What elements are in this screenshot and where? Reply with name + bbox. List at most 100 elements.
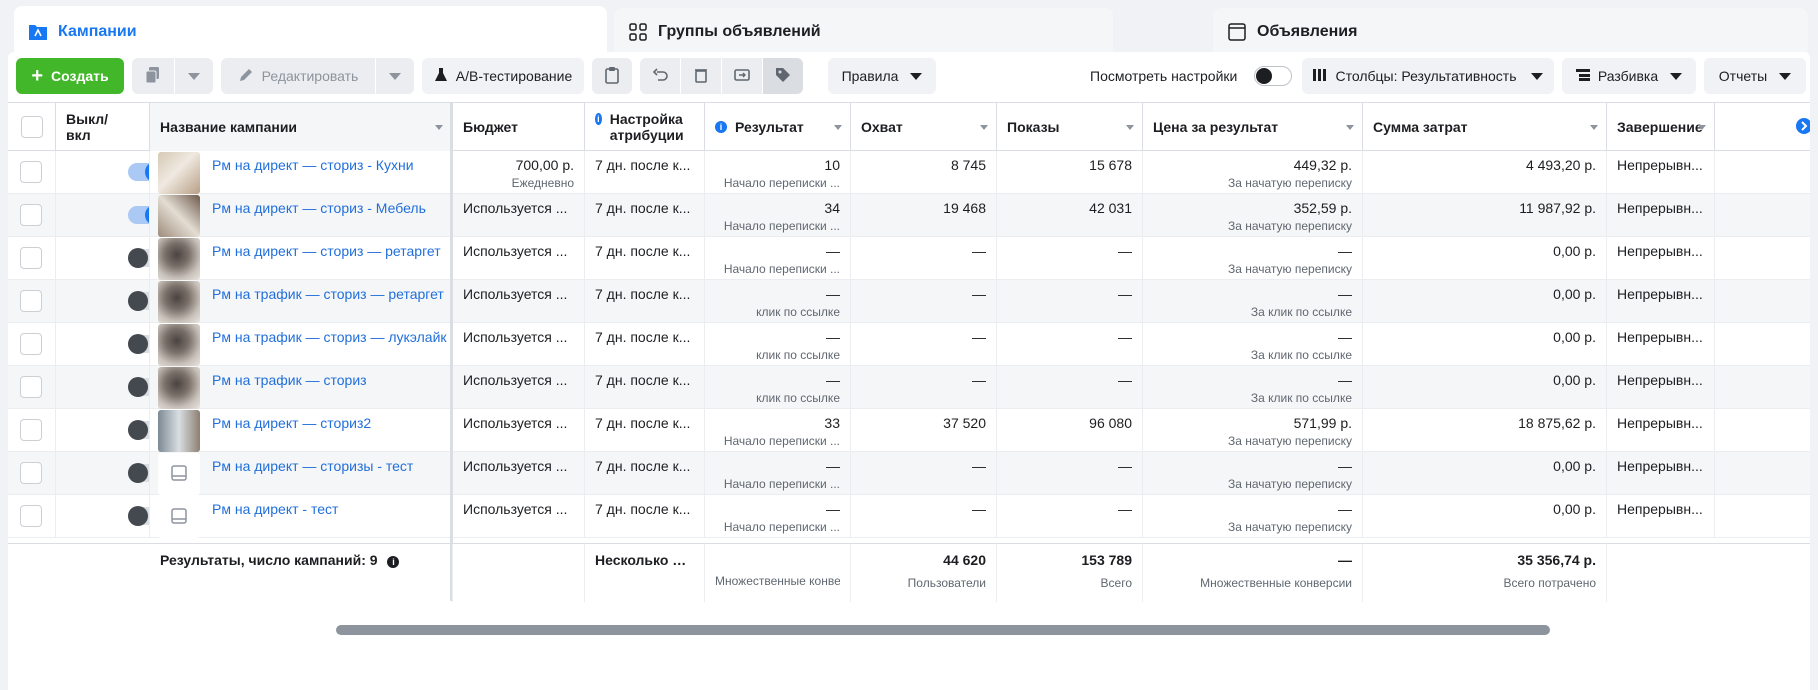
campaign-toggle[interactable]	[128, 162, 149, 182]
row-checkbox[interactable]	[20, 333, 42, 355]
tag-button[interactable]	[763, 58, 803, 94]
cell-cpr-value: —	[1338, 243, 1352, 259]
cell-result-sub: клик по ссылке	[756, 391, 840, 405]
duplicate-dropdown[interactable]	[175, 58, 213, 94]
breakdown-button[interactable]: Разбивка	[1562, 58, 1696, 94]
cell-end-value: Непрерывн...	[1617, 372, 1703, 388]
row-select	[8, 194, 56, 237]
col-budget[interactable]: Бюджет	[453, 103, 585, 151]
delete-button[interactable]	[681, 58, 721, 94]
view-settings-toggle[interactable]	[1254, 66, 1292, 86]
duplicate-button[interactable]	[132, 58, 174, 94]
table-row[interactable]: Рм на директ - тест Используется ... 7 дн.…	[8, 495, 1810, 538]
trash-icon	[694, 67, 708, 86]
table-row[interactable]: Рм на директ — сториз - Мебель Использует…	[8, 194, 1810, 237]
row-checkbox[interactable]	[20, 462, 42, 484]
cell-spent-value: 0,00 р.	[1553, 372, 1596, 388]
campaign-name-link[interactable]: Рм на директ - тест	[212, 501, 338, 517]
cell-result-sub: Начало переписки ...	[723, 219, 840, 233]
col-end[interactable]: Завершение	[1607, 103, 1715, 151]
col-cost-per-result[interactable]: Цена за результат	[1143, 103, 1363, 151]
cell-result-sub: Начало переписки ...	[723, 434, 840, 448]
ab-test-button[interactable]: A/B-тестирование	[422, 58, 584, 94]
campaign-toggle[interactable]	[128, 506, 149, 526]
cell-result: — клик по ссылке	[705, 366, 851, 409]
row-checkbox[interactable]	[20, 419, 42, 441]
scroll-right-icon[interactable]	[1792, 115, 1810, 137]
table-row[interactable]: Рм на трафик — сториз — ретаргет Использу…	[8, 280, 1810, 323]
cell-end: Непрерывн...	[1607, 151, 1715, 194]
rules-button[interactable]: Правила	[828, 58, 936, 94]
cell-attr: 7 дн. после к...	[585, 323, 705, 366]
col-impressions[interactable]: Показы	[997, 103, 1143, 151]
cell-spent: 4 493,20 р.	[1363, 151, 1607, 194]
create-button[interactable]: + Создать	[16, 58, 124, 94]
table-row[interactable]: Рм на трафик — сториз Используется ... 7 д…	[8, 366, 1810, 409]
tab-label: Объявления	[1257, 23, 1358, 40]
cell-impr-value: —	[1118, 286, 1132, 302]
cell-result-sub: клик по ссылке	[756, 305, 840, 319]
row-checkbox[interactable]	[20, 376, 42, 398]
tab-ads[interactable]: Объявления	[1213, 8, 1808, 56]
campaign-name-link[interactable]: Рм на трафик — сториз	[212, 372, 367, 388]
export-button[interactable]	[722, 58, 762, 94]
export-icon	[734, 67, 750, 86]
cell-end: Непрерывн...	[1607, 366, 1715, 409]
edit-dropdown[interactable]	[376, 58, 414, 94]
col-name[interactable]: Название кампании	[150, 103, 452, 151]
table-row[interactable]: Рм на директ — сториз - Кухни 700,00 р. Еж…	[8, 151, 1810, 194]
campaign-name-link[interactable]: Рм на трафик — сториз — ретаргет	[212, 286, 444, 302]
edit-button[interactable]: Редактировать	[221, 58, 375, 94]
col-spent[interactable]: Сумма затрат	[1363, 103, 1607, 151]
undo-button[interactable]	[640, 58, 680, 94]
campaign-toggle[interactable]	[128, 248, 149, 268]
campaign-name-link[interactable]: Рм на директ — сториз — ретаргет	[212, 243, 441, 259]
clipboard-button[interactable]	[592, 58, 632, 94]
info-icon[interactable]: i	[387, 556, 400, 568]
cell-cpr-sub: За начатую переписку	[1227, 520, 1352, 534]
row-select	[8, 452, 56, 495]
col-result[interactable]: i Результат	[705, 103, 851, 151]
row-checkbox[interactable]	[20, 247, 42, 269]
row-checkbox[interactable]	[20, 505, 42, 527]
info-icon: i	[715, 121, 727, 133]
tab-campaigns[interactable]: Кампании	[14, 6, 607, 58]
campaign-name-link[interactable]: Рм на директ — сториз - Кухни	[212, 157, 414, 173]
cell-budget: Используется ...	[453, 323, 585, 366]
campaign-toggle[interactable]	[128, 420, 149, 440]
col-attribution[interactable]: i Настройка атрибуции	[585, 103, 705, 151]
cell-result-value: —	[826, 329, 840, 345]
col-reach[interactable]: Охват	[851, 103, 997, 151]
campaign-toggle[interactable]	[128, 334, 149, 354]
columns-button[interactable]: Столбцы: Результативность	[1302, 58, 1554, 94]
cell-impr-value: 96 080	[1089, 415, 1132, 431]
select-all-checkbox[interactable]	[20, 116, 43, 138]
campaign-name-link[interactable]: Рм на директ — сторизы - тест	[212, 458, 413, 474]
row-checkbox[interactable]	[20, 204, 42, 226]
campaign-toggle[interactable]	[128, 205, 149, 225]
reports-button[interactable]: Отчеты	[1704, 58, 1806, 94]
row-checkbox[interactable]	[20, 290, 42, 312]
campaign-name-link[interactable]: Рм на директ — сториз - Мебель	[212, 200, 426, 216]
campaign-toggle[interactable]	[128, 291, 149, 311]
campaign-toggle[interactable]	[128, 377, 149, 397]
tab-adsets[interactable]: Группы объявлений	[614, 8, 1113, 56]
table-row[interactable]: Рм на директ — сторизы - тест Используетс…	[8, 452, 1810, 495]
table-row[interactable]: Рм на директ — сториз — ретаргет Использу…	[8, 237, 1810, 280]
results-footer: Результаты, число кампаний: 9 i Нескольк…	[8, 543, 1810, 602]
table-row[interactable]: Рм на трафик — сториз — лукэлайк Использу…	[8, 323, 1810, 366]
footer-spent-sub: Всего потрачено	[1503, 576, 1596, 590]
table-row[interactable]: Рм на директ — сториз2 Используется ... 7 …	[8, 409, 1810, 452]
cell-spent-value: 11 987,92 р.	[1519, 200, 1596, 216]
campaign-name-link[interactable]: Рм на трафик — сториз — лукэлайк	[212, 329, 447, 345]
campaign-name-link[interactable]: Рм на директ — сториз2	[212, 415, 371, 431]
cell-impr-value: —	[1118, 243, 1132, 259]
cell-budget: 700,00 р. Ежедневно	[453, 151, 585, 194]
cell-cpr-value: 449,32 р.	[1293, 157, 1352, 173]
cell-attr: 7 дн. после к...	[585, 280, 705, 323]
footer-result: Множественные конве	[705, 544, 851, 602]
campaign-toggle[interactable]	[128, 463, 149, 483]
horizontal-scrollbar[interactable]	[336, 625, 1550, 635]
cell-end-value: Непрерывн...	[1617, 501, 1703, 517]
row-checkbox[interactable]	[20, 161, 42, 183]
